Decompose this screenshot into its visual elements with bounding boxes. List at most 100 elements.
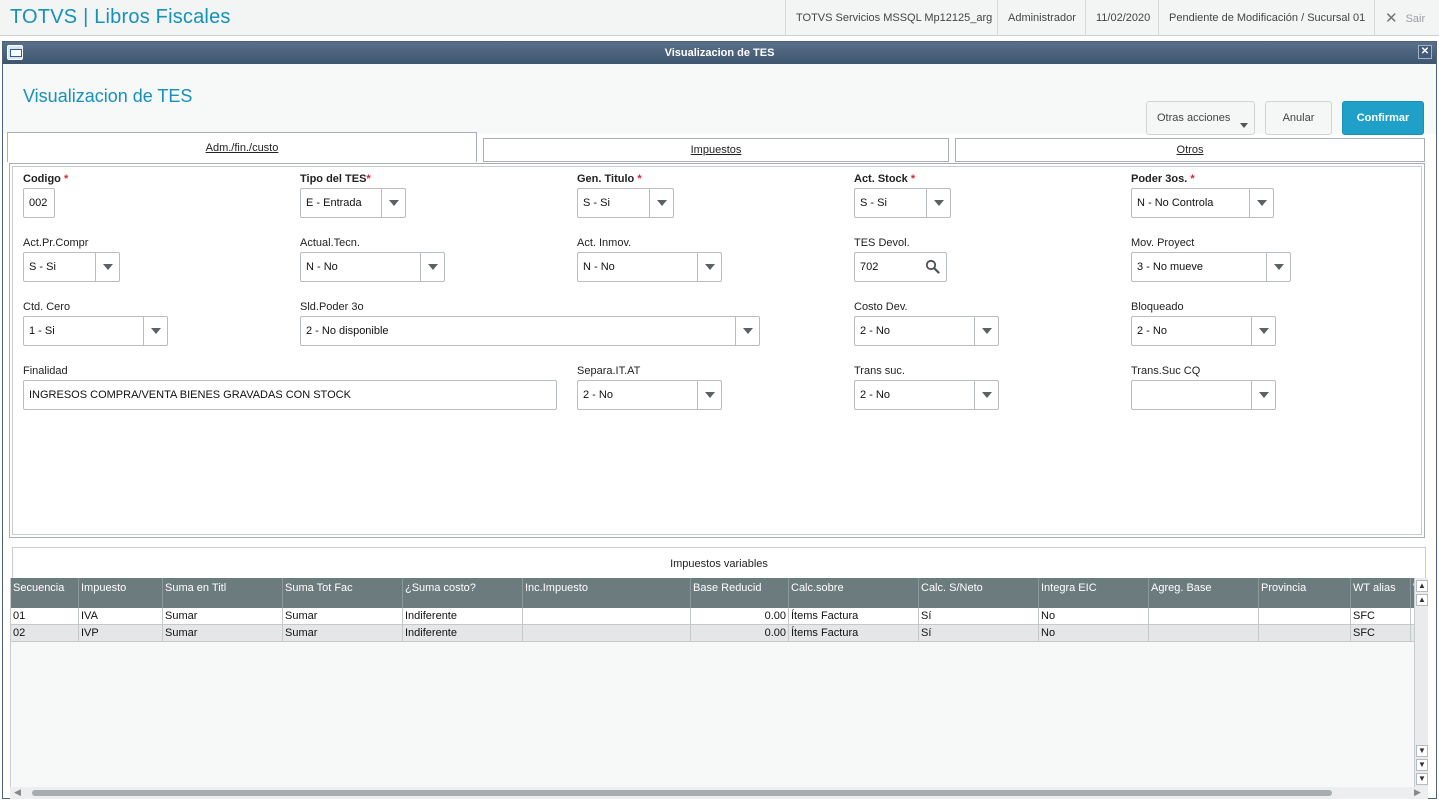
other-actions-label: Otras acciones: [1157, 112, 1231, 124]
costo-dev-select[interactable]: 2 - No: [854, 316, 999, 346]
actual-tecn-select[interactable]: N - No: [300, 252, 445, 282]
column-header[interactable]: Secuencia: [11, 578, 79, 608]
table-cell[interactable]: Sí: [919, 608, 1039, 625]
server-info[interactable]: TOTVS Servicios MSSQL Mp12125_arg: [785, 0, 1002, 36]
table-cell[interactable]: IVA: [79, 608, 163, 625]
chevron-down-icon[interactable]: [1251, 317, 1275, 345]
branch-info[interactable]: Pendiente de Modificación / Sucursal 01: [1158, 0, 1375, 36]
table-row[interactable]: 01 IVA Sumar Sumar Indiferente 0.00 Ítems Fact…: [11, 608, 1414, 625]
chevron-down-icon[interactable]: [974, 381, 998, 409]
tab-impuestos[interactable]: Impuestos: [483, 138, 949, 162]
table-cell[interactable]: Sumar: [283, 608, 403, 625]
act-pr-compr-select[interactable]: S - Si: [23, 252, 120, 282]
vertical-scrollbar[interactable]: ▲ ▲ ▼ ▼ ▼: [1414, 578, 1428, 787]
column-header[interactable]: Base Reducid: [691, 578, 789, 608]
column-header[interactable]: Impuesto: [79, 578, 163, 608]
tab-adm-fin-custo[interactable]: Adm./fin./custo: [7, 132, 477, 162]
table-cell[interactable]: 02: [11, 625, 79, 642]
table-cell[interactable]: SFC: [1351, 608, 1411, 625]
other-actions-button[interactable]: Otras acciones: [1146, 101, 1255, 135]
table-cell[interactable]: [1259, 608, 1351, 625]
table-cell[interactable]: Sumar: [163, 625, 283, 642]
sld-poder-3o-label: Sld.Poder 3o: [300, 301, 364, 313]
chevron-down-icon[interactable]: [420, 253, 444, 281]
scroll-right-icon[interactable]: ▶: [1414, 787, 1421, 798]
table-cell[interactable]: [1149, 608, 1259, 625]
table-cell[interactable]: Indiferente: [403, 608, 523, 625]
table-cell[interactable]: 0.00: [691, 625, 789, 642]
scroll-end-icon[interactable]: ▼: [1416, 773, 1428, 785]
scroll-down-icon[interactable]: ▼: [1416, 745, 1428, 757]
chevron-down-icon[interactable]: [649, 189, 673, 217]
column-header[interactable]: WT alias: [1351, 578, 1411, 608]
chevron-down-icon[interactable]: [95, 253, 119, 281]
table-cell[interactable]: IVP: [79, 625, 163, 642]
table-cell[interactable]: Ítems Factura: [789, 625, 919, 642]
chevron-down-icon[interactable]: [697, 381, 721, 409]
table-cell[interactable]: No: [1039, 625, 1149, 642]
column-header[interactable]: Suma Tot Fac: [283, 578, 403, 608]
chevron-down-icon[interactable]: [1251, 381, 1275, 409]
table-cell[interactable]: 01: [11, 608, 79, 625]
column-header[interactable]: Calc. S/Neto: [919, 578, 1039, 608]
scroll-up-icon[interactable]: ▲: [1416, 594, 1428, 606]
close-dialog-button[interactable]: ✕: [1418, 45, 1432, 59]
act-stock-select[interactable]: S - Si: [854, 188, 951, 218]
search-icon[interactable]: [920, 253, 946, 281]
column-header[interactable]: Calc.sobre: [789, 578, 919, 608]
tab-otros[interactable]: Otros: [955, 138, 1425, 162]
tes-devol-input[interactable]: 702: [854, 252, 947, 282]
column-header[interactable]: Inc.Impuesto: [523, 578, 691, 608]
column-header[interactable]: Provincia: [1259, 578, 1351, 608]
act-inmov-select[interactable]: N - No: [577, 252, 722, 282]
column-header[interactable]: Agreg. Base: [1149, 578, 1259, 608]
tipo-tes-select[interactable]: E - Entrada: [300, 188, 406, 218]
window-icon: [7, 45, 23, 60]
chevron-down-icon[interactable]: [926, 189, 950, 217]
table-cell[interactable]: Sí: [919, 625, 1039, 642]
table-cell[interactable]: Ítems Factura: [789, 608, 919, 625]
chevron-down-icon[interactable]: [697, 253, 721, 281]
scroll-left-icon[interactable]: ◀: [14, 787, 21, 798]
chevron-down-icon[interactable]: [381, 189, 405, 217]
chevron-down-icon[interactable]: [735, 317, 759, 345]
chevron-down-icon[interactable]: [974, 317, 998, 345]
exit-button[interactable]: ✕ Sair: [1374, 0, 1425, 36]
chevron-down-icon[interactable]: [1249, 189, 1273, 217]
horizontal-scrollbar[interactable]: ◀ ▶: [10, 787, 1428, 799]
scroll-thumb[interactable]: [32, 790, 1332, 796]
scroll-bottom-icon[interactable]: ▼: [1416, 759, 1428, 771]
chevron-down-icon[interactable]: [143, 317, 167, 345]
finalidad-input[interactable]: INGRESOS COMPRA/VENTA BIENES GRAVADAS CO…: [23, 380, 557, 410]
user-info[interactable]: Administrador: [997, 0, 1086, 36]
column-header[interactable]: Integra EIC: [1039, 578, 1149, 608]
table-cell[interactable]: [523, 625, 691, 642]
bloqueado-select[interactable]: 2 - No: [1131, 316, 1276, 346]
chevron-down-icon[interactable]: [1266, 253, 1290, 281]
codigo-input[interactable]: 002: [23, 188, 55, 218]
scroll-top-icon[interactable]: ▲: [1416, 580, 1428, 592]
table-cell[interactable]: No: [1039, 608, 1149, 625]
table-cell[interactable]: SFC: [1351, 625, 1411, 642]
table-cell[interactable]: [1149, 625, 1259, 642]
table-cell[interactable]: Sumar: [163, 608, 283, 625]
table-cell[interactable]: [1259, 625, 1351, 642]
table-cell[interactable]: [523, 608, 691, 625]
ctd-cero-select[interactable]: 1 - Si: [23, 316, 168, 346]
gen-titulo-select[interactable]: S - Si: [577, 188, 674, 218]
column-header[interactable]: ¿Suma costo?: [403, 578, 523, 608]
trans-suc-select[interactable]: 2 - No: [854, 380, 999, 410]
date-info[interactable]: 11/02/2020: [1085, 0, 1160, 36]
table-row[interactable]: 02 IVP Sumar Sumar Indiferente 0.00 Ítems Fact…: [11, 625, 1414, 642]
cancel-button[interactable]: Anular: [1265, 101, 1332, 135]
table-cell[interactable]: Indiferente: [403, 625, 523, 642]
sld-poder-3o-select[interactable]: 2 - No disponible: [300, 316, 760, 346]
trans-suc-cq-select[interactable]: [1131, 380, 1276, 410]
confirm-button[interactable]: Confirmar: [1342, 101, 1424, 135]
column-header[interactable]: Suma en Titl: [163, 578, 283, 608]
poder-3os-select[interactable]: N - No Controla: [1131, 188, 1274, 218]
table-cell[interactable]: Sumar: [283, 625, 403, 642]
table-cell[interactable]: 0.00: [691, 608, 789, 625]
mov-proyect-select[interactable]: 3 - No mueve: [1131, 252, 1291, 282]
separa-it-at-select[interactable]: 2 - No: [577, 380, 722, 410]
